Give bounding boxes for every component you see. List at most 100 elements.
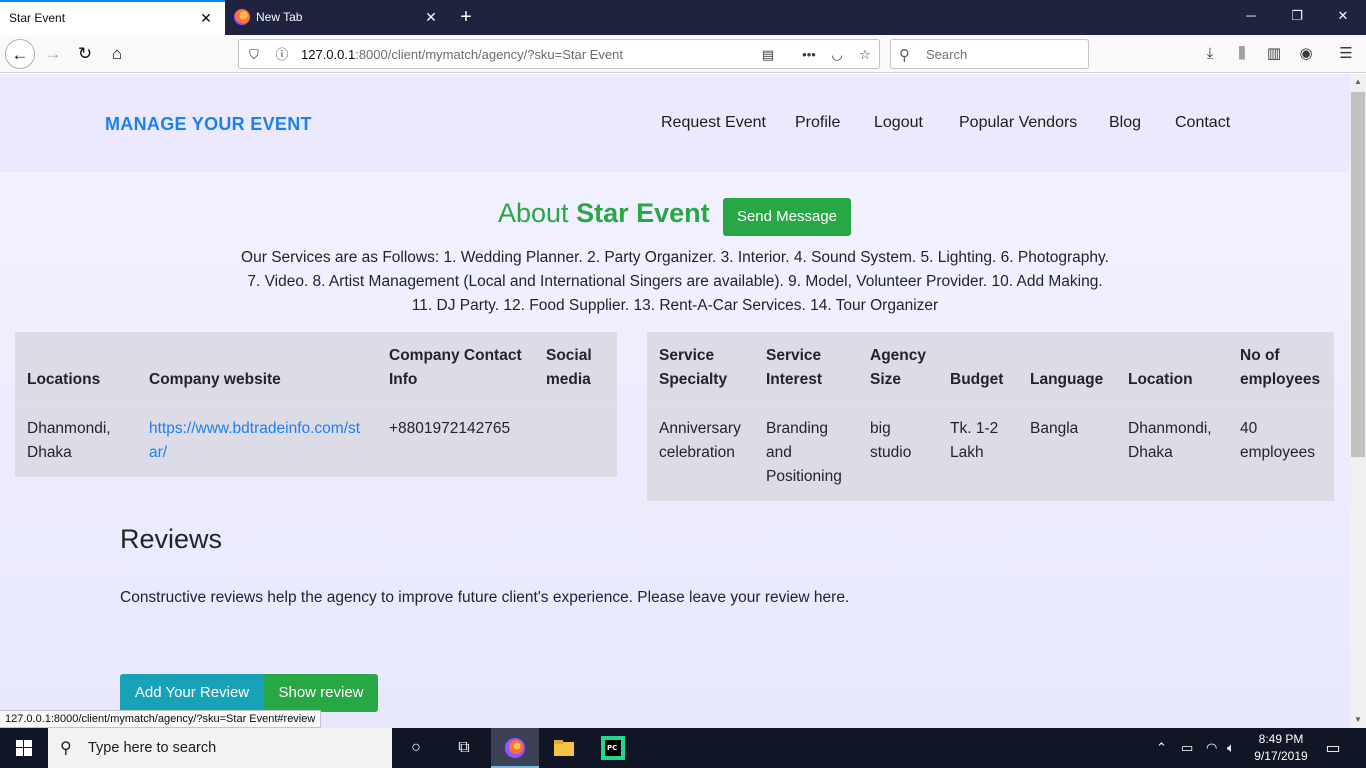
pocket-icon[interactable]: ◡ (828, 46, 846, 64)
reviews-heading: Reviews (120, 524, 223, 554)
tab-new-tab[interactable]: New Tab ✕ (225, 0, 450, 35)
wifi-icon[interactable]: ◠ (1206, 740, 1217, 756)
reader-view-icon[interactable]: ▤ (759, 46, 777, 64)
windows-start-icon[interactable] (0, 728, 48, 768)
table-cell: https://www.bdtradeinfo.com/star/ (137, 404, 377, 477)
clock-time: 8:49 PM (1258, 732, 1304, 746)
table-cell: big studio (858, 404, 938, 501)
back-arrow-icon[interactable]: ← (5, 39, 35, 69)
volume-icon[interactable]: 🔈︎ (1227, 740, 1235, 756)
table-header: Language (1018, 332, 1116, 405)
site-header: MANAGE YOUR EVENT Request Event Profile … (0, 74, 1350, 172)
table-header: Agency Size (858, 332, 938, 405)
nav-blog[interactable]: Blog (1109, 114, 1141, 132)
agency-name: Star Event (576, 198, 710, 228)
table-cell: Anniversary celebration (647, 404, 754, 501)
table-row: Anniversary celebration Branding and Pos… (647, 404, 1334, 501)
search-placeholder: Search (926, 47, 968, 62)
url-path: :8000/client/mymatch/agency/?sku=Star Ev… (355, 47, 623, 62)
site-info-icon[interactable]: ⓘ (273, 46, 291, 64)
window-close-icon[interactable]: ✕ (1320, 0, 1366, 32)
page-viewport: MANAGE YOUR EVENT Request Event Profile … (0, 74, 1350, 728)
nav-profile[interactable]: Profile (795, 114, 840, 132)
table-header: Budget (938, 332, 1018, 405)
site-brand[interactable]: MANAGE YOUR EVENT (105, 114, 312, 135)
scroll-down-arrow-icon[interactable]: ▼ (1350, 712, 1366, 728)
page-actions-icon[interactable]: ••• (800, 46, 818, 64)
nav-logout[interactable]: Logout (874, 114, 923, 132)
tab-star-event[interactable]: Star Event ✕ (0, 0, 225, 35)
page-scrollbar[interactable]: ▲ ▼ (1350, 74, 1366, 728)
bookmark-star-icon[interactable]: ☆ (856, 46, 874, 64)
clock-date: 9/17/2019 (1254, 749, 1308, 763)
tab-title: Star Event (9, 11, 66, 25)
task-view-icon[interactable]: ⧉ (440, 728, 488, 768)
url-host: 127.0.0.1 (301, 47, 356, 62)
notifications-icon[interactable]: ▭ (1320, 738, 1346, 758)
table-cell: Branding and Positioning (754, 404, 858, 501)
tray-chevron-up-icon[interactable]: ⌃ (1156, 740, 1167, 756)
cortana-icon[interactable]: ○ (392, 728, 440, 768)
close-icon[interactable]: ✕ (423, 9, 439, 25)
sidebar-icon[interactable]: ▥ (1264, 44, 1284, 64)
battery-icon[interactable]: ▭ (1181, 740, 1193, 756)
scroll-thumb[interactable] (1351, 92, 1365, 457)
address-bar[interactable]: ⛉ ⓘ 127.0.0.1:8000/client/mymatch/agency… (238, 39, 880, 69)
pycharm-icon[interactable]: PC (589, 728, 637, 768)
home-icon[interactable]: ⌂ (102, 39, 132, 69)
table-header: Locations (15, 332, 137, 405)
reload-icon[interactable]: ↻ (70, 39, 100, 69)
table-cell: Dhanmondi, Dhaka (1116, 404, 1228, 501)
services-description: Our Services are as Follows: 1. Wedding … (241, 249, 1109, 314)
taskbar-search-placeholder: Type here to search (88, 740, 217, 756)
account-icon[interactable]: ◉ (1296, 44, 1316, 64)
library-icon[interactable]: ⫼ (1232, 44, 1252, 64)
agency-details-table: Service Specialty Service Interest Agenc… (647, 332, 1334, 501)
tab-title: New Tab (256, 10, 303, 24)
table-cell: Bangla (1018, 404, 1116, 501)
table-header: Service Specialty (647, 332, 754, 405)
add-review-button[interactable]: Add Your Review (120, 674, 264, 712)
nav-popular-vendors[interactable]: Popular Vendors (959, 114, 1077, 132)
browser-tab-strip: Star Event ✕ New Tab ✕ + ─ ❐ ✕ (0, 0, 1366, 35)
table-header: Social media (534, 332, 617, 405)
firefox-taskbar-icon[interactable] (491, 728, 539, 768)
search-icon: ⚲ (899, 47, 910, 64)
new-tab-plus-icon[interactable]: + (455, 6, 477, 28)
table-cell: +8801972142765 (377, 404, 534, 477)
windows-taskbar: ⚲ Type here to search ○ ⧉ PC ⌃ ▭ ◠ 🔈︎ 8:… (0, 728, 1366, 768)
search-input[interactable]: ⚲ Search (890, 39, 1089, 69)
forward-arrow-icon[interactable]: → (38, 39, 68, 69)
menu-hamburger-icon[interactable]: ☰ (1336, 44, 1356, 64)
nav-request-event[interactable]: Request Event (661, 114, 766, 132)
browser-toolbar: ← → ↻ ⌂ ⛉ ⓘ 127.0.0.1:8000/client/mymatc… (0, 35, 1366, 73)
company-info-table: Locations Company website Company Contac… (15, 332, 617, 477)
restore-icon[interactable]: ❐ (1274, 0, 1320, 32)
scroll-up-arrow-icon[interactable]: ▲ (1350, 74, 1366, 90)
url-text[interactable]: 127.0.0.1:8000/client/mymatch/agency/?sk… (301, 47, 623, 62)
table-header: No of employees (1228, 332, 1334, 405)
firefox-icon (234, 9, 250, 25)
table-header: Company Contact Info (377, 332, 534, 405)
table-header: Service Interest (754, 332, 858, 405)
status-url-tooltip: 127.0.0.1:8000/client/mymatch/agency/?sk… (0, 710, 322, 728)
table-cell (534, 404, 617, 477)
close-icon[interactable]: ✕ (198, 10, 214, 26)
nav-contact[interactable]: Contact (1175, 114, 1230, 132)
downloads-icon[interactable]: ⤓ (1200, 44, 1220, 64)
show-review-button[interactable]: Show review (264, 674, 378, 712)
table-cell: Tk. 1-2 Lakh (938, 404, 1018, 501)
taskbar-clock[interactable]: 8:49 PM 9/17/2019 (1248, 731, 1314, 765)
send-message-button[interactable]: Send Message (723, 198, 851, 236)
company-website-link[interactable]: https://www.bdtradeinfo.com/star/ (149, 420, 360, 461)
tracking-shield-icon[interactable]: ⛉ (245, 46, 263, 64)
svg-text:PC: PC (607, 744, 617, 752)
table-row: Dhanmondi, Dhaka https://www.bdtradeinfo… (15, 404, 617, 477)
file-explorer-icon[interactable] (540, 728, 588, 768)
taskbar-search-input[interactable]: ⚲ Type here to search (48, 728, 392, 768)
table-header: Location (1116, 332, 1228, 405)
minimize-icon[interactable]: ─ (1228, 0, 1274, 32)
table-cell: 40 employees (1228, 404, 1334, 501)
reviews-description: Constructive reviews help the agency to … (120, 589, 850, 606)
search-icon: ⚲ (60, 740, 72, 757)
